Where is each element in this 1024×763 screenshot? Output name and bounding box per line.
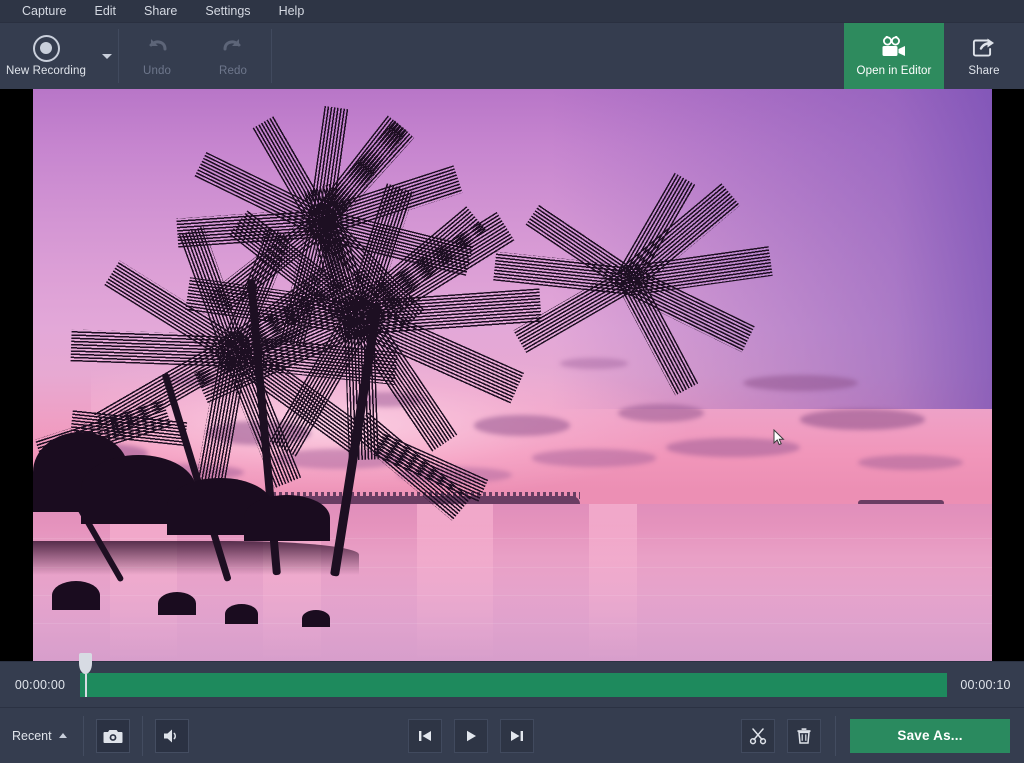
screen-recorder-window: Capture Edit Share Settings Help New Rec…	[0, 0, 1024, 763]
recent-label: Recent	[12, 728, 52, 743]
open-in-editor-label: Open in Editor	[856, 65, 932, 77]
rock	[157, 592, 197, 616]
timeline-end-time: 00:00:10	[960, 677, 1011, 692]
open-in-editor-button[interactable]: Open in Editor	[844, 23, 944, 89]
recent-button[interactable]: Recent	[0, 729, 83, 743]
menu-item-settings[interactable]: Settings	[191, 0, 264, 22]
rock	[301, 609, 331, 627]
skip-next-icon	[508, 729, 526, 743]
new-recording-button[interactable]: New Recording	[0, 23, 96, 89]
bottom-divider-3	[835, 715, 837, 756]
new-recording-dropdown-button[interactable]	[96, 23, 118, 89]
edit-tools-section	[741, 708, 835, 763]
chevron-down-icon	[102, 53, 112, 59]
redo-arrow-icon	[219, 35, 247, 61]
rock	[52, 580, 101, 610]
redo-button[interactable]: Redo	[195, 23, 271, 89]
snapshot-section	[84, 708, 142, 763]
volume-button[interactable]	[154, 718, 189, 753]
video-preview-area[interactable]	[0, 89, 1024, 661]
rock	[224, 603, 259, 624]
share-export-icon	[970, 35, 998, 61]
video-frame	[33, 89, 992, 661]
playhead-stem	[84, 674, 87, 697]
timeline-clip-track[interactable]	[80, 673, 947, 697]
timeline-bar: 00:00:00 00:00:10	[0, 653, 1024, 707]
share-button[interactable]: Share	[944, 23, 1024, 89]
skip-previous-icon	[416, 729, 434, 743]
menu-item-help[interactable]: Help	[265, 0, 319, 22]
play-button[interactable]	[453, 718, 488, 753]
mouse-pointer-icon	[773, 429, 785, 447]
palm-trees	[33, 89, 992, 661]
scissors-icon	[749, 727, 767, 745]
menu-item-share[interactable]: Share	[130, 0, 191, 22]
top-toolbar: New Recording Undo Redo Open in Editor S…	[0, 23, 1024, 89]
timeline-start-time: 00:00:00	[14, 677, 66, 692]
undo-button[interactable]: Undo	[119, 23, 195, 89]
speaker-icon	[162, 728, 182, 744]
next-button[interactable]	[499, 718, 534, 753]
snapshot-button[interactable]	[95, 718, 130, 753]
menu-item-capture[interactable]: Capture	[8, 0, 80, 22]
redo-label: Redo	[219, 65, 247, 77]
undo-arrow-icon	[143, 35, 171, 61]
chevron-up-icon	[58, 733, 67, 738]
trash-icon	[795, 727, 813, 745]
movie-camera-icon	[879, 35, 909, 61]
playback-controls	[407, 718, 534, 753]
bottom-toolbar: Recent Save As...	[0, 707, 1024, 763]
new-recording-label: New Recording	[6, 65, 86, 77]
volume-section	[143, 708, 201, 763]
share-label: Share	[968, 65, 1000, 77]
delete-button[interactable]	[787, 718, 822, 753]
undo-label: Undo	[143, 65, 171, 77]
save-as-button[interactable]: Save As...	[850, 718, 1011, 753]
menu-item-edit[interactable]: Edit	[80, 0, 130, 22]
previous-button[interactable]	[407, 718, 442, 753]
shrub	[243, 495, 331, 541]
cut-button[interactable]	[741, 718, 776, 753]
playhead-handle-icon	[79, 653, 92, 674]
menu-bar: Capture Edit Share Settings Help	[0, 0, 1024, 23]
record-circle-icon	[32, 34, 60, 62]
timeline-track-area[interactable]	[79, 653, 947, 707]
play-icon	[462, 729, 480, 743]
timeline-playhead[interactable]	[79, 653, 92, 697]
camera-icon	[103, 728, 123, 744]
